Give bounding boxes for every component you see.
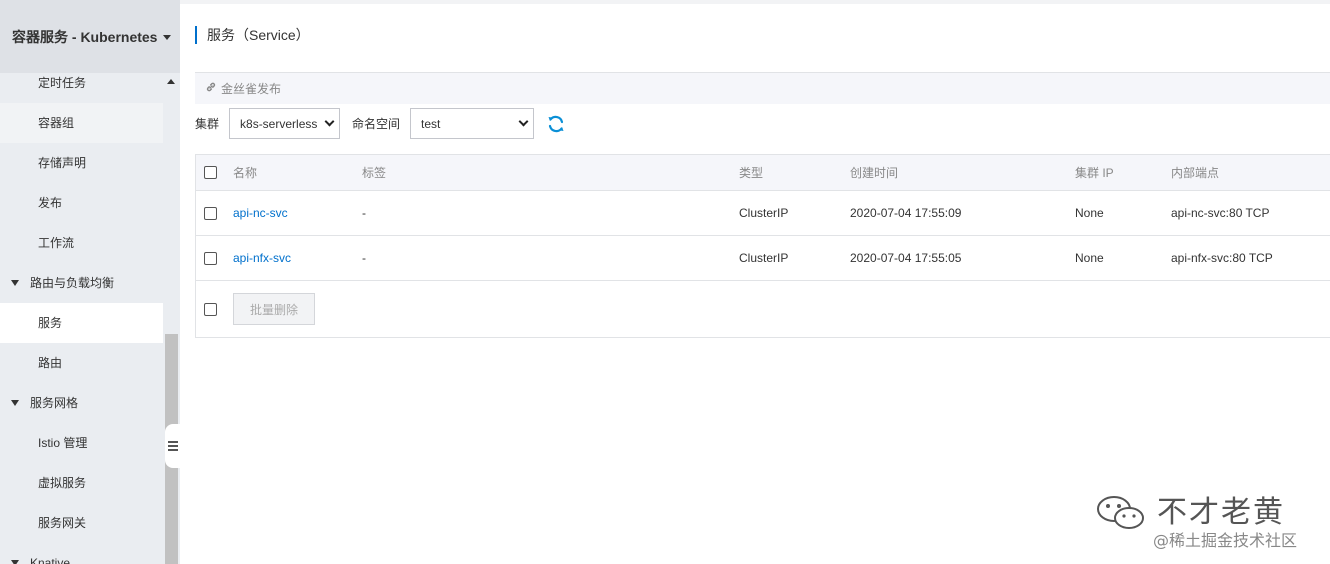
col-endpoint: 内部端点 <box>1171 166 1220 180</box>
sidebar-item-pvc[interactable]: 存储声明 <box>0 143 163 183</box>
select-all-checkbox[interactable] <box>204 166 217 179</box>
caret-down-icon <box>11 280 19 286</box>
caret-down-icon <box>163 35 172 40</box>
col-type: 类型 <box>739 166 764 180</box>
sidebar-group-routing[interactable]: 路由与负载均衡 <box>0 263 163 303</box>
sidebar-item-virtual-service[interactable]: 虚拟服务 <box>0 463 163 503</box>
table-footer-row: 批量删除 <box>196 281 1330 337</box>
service-name-link[interactable]: api-nfx-svc <box>233 236 291 280</box>
sidebar: 定时任务 容器组 存储声明 发布 工作流 路由与负载均衡 服务 路由 服务网格 … <box>0 0 180 564</box>
top-divider <box>180 0 1330 4</box>
sidebar-item-pods[interactable]: 容器组 <box>0 103 163 143</box>
link-icon <box>205 81 217 96</box>
canary-release-link[interactable]: 金丝雀发布 <box>221 80 281 97</box>
watermark: 不才老黄 @稀土掘金技术社区 <box>1095 485 1325 551</box>
sidebar-item-release[interactable]: 发布 <box>0 183 163 223</box>
menu-icon <box>168 439 178 453</box>
refresh-icon[interactable] <box>546 114 566 134</box>
service-endpoint: api-nfx-svc:80 TCP <box>1171 251 1273 265</box>
caret-down-icon <box>11 560 19 564</box>
row-checkbox[interactable] <box>204 251 217 265</box>
watermark-source: @稀土掘金技术社区 <box>1153 531 1298 550</box>
footer-select-all-checkbox[interactable] <box>204 302 217 316</box>
wechat-icon <box>1097 496 1144 529</box>
sidebar-item-istio[interactable]: Istio 管理 <box>0 423 163 463</box>
table-row: api-nc-svc - ClusterIP 2020-07-04 17:55:… <box>196 191 1330 236</box>
filter-bar: 集群 k8s-serverless 命名空间 test <box>195 108 566 139</box>
service-type: ClusterIP <box>739 251 789 265</box>
canary-release-bar: 金丝雀发布 <box>195 72 1330 104</box>
service-created: 2020-07-04 17:55:09 <box>850 206 962 220</box>
service-name-link[interactable]: api-nc-svc <box>233 191 288 235</box>
caret-down-icon <box>11 400 19 406</box>
service-cluster-ip: None <box>1075 251 1104 265</box>
watermark-name: 不才老黄 <box>1157 495 1285 530</box>
col-labels: 标签 <box>362 166 387 180</box>
chevron-down-icon <box>518 116 529 127</box>
service-endpoint: api-nc-svc:80 TCP <box>1171 206 1270 220</box>
batch-delete-button[interactable]: 批量删除 <box>233 293 316 325</box>
page-title: 服务（Service） <box>195 26 310 44</box>
col-cluster-ip: 集群 IP <box>1075 166 1114 180</box>
col-name: 名称 <box>233 166 258 180</box>
sidebar-group-mesh[interactable]: 服务网格 <box>0 383 163 423</box>
services-table: 名称 标签 类型 创建时间 集群 IP 内部端点 api-nc-svc - Cl… <box>195 154 1330 338</box>
service-created: 2020-07-04 17:55:05 <box>850 251 962 265</box>
main-content: 服务（Service） 金丝雀发布 集群 k8s-serverless 命名空间… <box>180 0 1330 564</box>
namespace-select[interactable]: test <box>410 108 535 139</box>
sidebar-item-services[interactable]: 服务 <box>0 303 163 343</box>
scroll-up-arrow-icon[interactable] <box>167 79 175 84</box>
product-switcher[interactable]: 容器服务 - Kubernetes <box>0 0 180 73</box>
sidebar-item-workflow[interactable]: 工作流 <box>0 223 163 263</box>
namespace-label: 命名空间 <box>352 117 401 131</box>
sidebar-collapse-toggle[interactable] <box>165 424 180 468</box>
sidebar-menu: 定时任务 容器组 存储声明 发布 工作流 路由与负载均衡 服务 路由 服务网格 … <box>0 63 163 564</box>
chevron-down-icon <box>324 116 335 127</box>
sidebar-item-gateway[interactable]: 服务网关 <box>0 503 163 543</box>
col-created: 创建时间 <box>850 166 899 180</box>
sidebar-group-knative[interactable]: Knative <box>0 543 163 564</box>
service-labels: - <box>362 206 366 220</box>
table-row: api-nfx-svc - ClusterIP 2020-07-04 17:55… <box>196 236 1330 281</box>
sidebar-item-ingress[interactable]: 路由 <box>0 343 163 383</box>
table-header-row: 名称 标签 类型 创建时间 集群 IP 内部端点 <box>196 155 1330 191</box>
cluster-label: 集群 <box>195 117 220 131</box>
service-cluster-ip: None <box>1075 206 1104 220</box>
cluster-select[interactable]: k8s-serverless <box>229 108 341 139</box>
service-labels: - <box>362 251 366 265</box>
service-type: ClusterIP <box>739 206 789 220</box>
row-checkbox[interactable] <box>204 206 217 220</box>
